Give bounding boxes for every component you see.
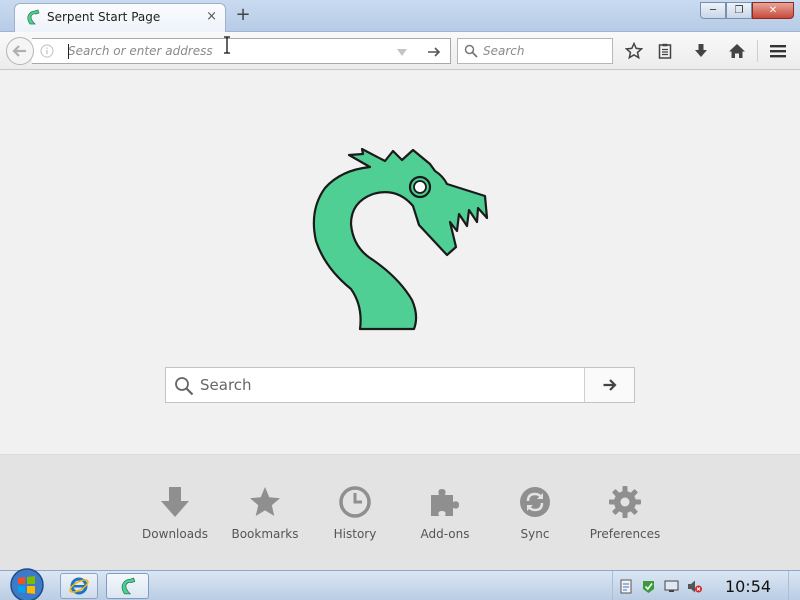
show-desktop-button[interactable] xyxy=(788,571,800,600)
arrow-right-icon xyxy=(603,379,617,391)
tab-serpent-start-page[interactable]: Serpent Start Page × xyxy=(14,3,226,32)
launcher-label: Add-ons xyxy=(420,527,470,541)
open-menu-button[interactable] xyxy=(767,40,789,62)
main-search-box[interactable] xyxy=(165,367,635,403)
window-controls: ─ ❐ ✕ xyxy=(700,2,794,19)
launcher-preferences[interactable]: Preferences xyxy=(580,485,670,545)
puzzle-icon xyxy=(431,489,459,516)
text-cursor-icon xyxy=(224,36,230,54)
launcher-history[interactable]: History xyxy=(310,485,400,545)
home-button[interactable] xyxy=(726,40,748,62)
restore-button[interactable]: ❐ xyxy=(726,2,752,19)
serpent-logo-icon xyxy=(312,148,489,331)
serpent-taskbar-icon xyxy=(121,577,135,595)
launcher-label: Downloads xyxy=(142,527,208,541)
back-arrow-icon xyxy=(12,45,26,57)
search-magnifier-icon xyxy=(175,377,194,396)
new-tab-button[interactable]: + xyxy=(234,5,252,25)
minimize-button[interactable]: ─ xyxy=(700,2,726,19)
url-bar[interactable] xyxy=(32,38,451,64)
back-button[interactable] xyxy=(6,37,34,65)
tab-close-button[interactable]: × xyxy=(206,9,217,25)
bookmarks-menu-button[interactable] xyxy=(654,40,676,62)
clock-icon xyxy=(339,486,371,518)
launcher-addons[interactable]: Add-ons xyxy=(400,485,490,545)
text-caret xyxy=(68,44,69,59)
launcher-downloads[interactable]: Downloads xyxy=(130,485,220,545)
internet-explorer-icon xyxy=(69,577,89,595)
close-window-button[interactable]: ✕ xyxy=(752,2,794,19)
launcher-bookmarks[interactable]: Bookmarks xyxy=(220,485,310,545)
bookmark-star-button[interactable] xyxy=(623,40,645,62)
hamburger-menu-icon xyxy=(770,45,786,58)
network-icon[interactable] xyxy=(664,579,679,594)
start-button-icon[interactable] xyxy=(4,567,50,600)
taskbar-clock[interactable]: 10:54 xyxy=(718,577,778,596)
toolbar-search-box[interactable] xyxy=(457,38,613,64)
sync-icon xyxy=(520,487,550,517)
start-page-content xyxy=(0,71,800,454)
clipboard-icon xyxy=(658,43,672,59)
tab-title: Serpent Start Page xyxy=(47,10,161,24)
launcher-bar: Downloads Bookmarks History Add-ons Sync xyxy=(0,454,800,570)
taskbar-serpent-browser[interactable] xyxy=(106,573,149,599)
windows-taskbar: 10:54 xyxy=(0,567,800,600)
toolbar-search-input[interactable] xyxy=(483,39,609,63)
launcher-label: Sync xyxy=(520,527,550,541)
document-tray-icon[interactable] xyxy=(619,579,634,594)
download-arrow-icon xyxy=(695,44,707,57)
star-outline-icon xyxy=(625,42,643,60)
go-arrow-icon[interactable] xyxy=(426,44,442,60)
launcher-label: Preferences xyxy=(589,527,661,541)
main-search-input[interactable] xyxy=(200,368,580,402)
volume-muted-icon[interactable] xyxy=(687,579,702,594)
security-check-icon[interactable] xyxy=(641,579,656,594)
serpent-favicon-icon xyxy=(27,9,40,25)
launcher-label: History xyxy=(333,527,377,541)
system-tray xyxy=(612,571,712,600)
navigation-toolbar xyxy=(0,32,800,70)
gear-icon xyxy=(609,486,641,518)
home-icon xyxy=(729,44,745,58)
launcher-label: Bookmarks xyxy=(231,527,299,541)
main-search-go-button[interactable] xyxy=(584,368,634,402)
launcher-sync[interactable]: Sync xyxy=(490,485,580,545)
title-bar: Serpent Start Page × + ─ ❐ ✕ xyxy=(0,0,800,32)
url-history-dropdown-icon[interactable] xyxy=(396,46,408,58)
taskbar-internet-explorer[interactable] xyxy=(60,573,98,599)
downloads-button[interactable] xyxy=(690,40,712,62)
star-icon xyxy=(250,487,280,516)
identity-info-icon[interactable] xyxy=(40,44,54,58)
download-icon xyxy=(161,487,189,517)
toolbar-separator xyxy=(757,40,758,62)
search-icon xyxy=(464,44,478,58)
